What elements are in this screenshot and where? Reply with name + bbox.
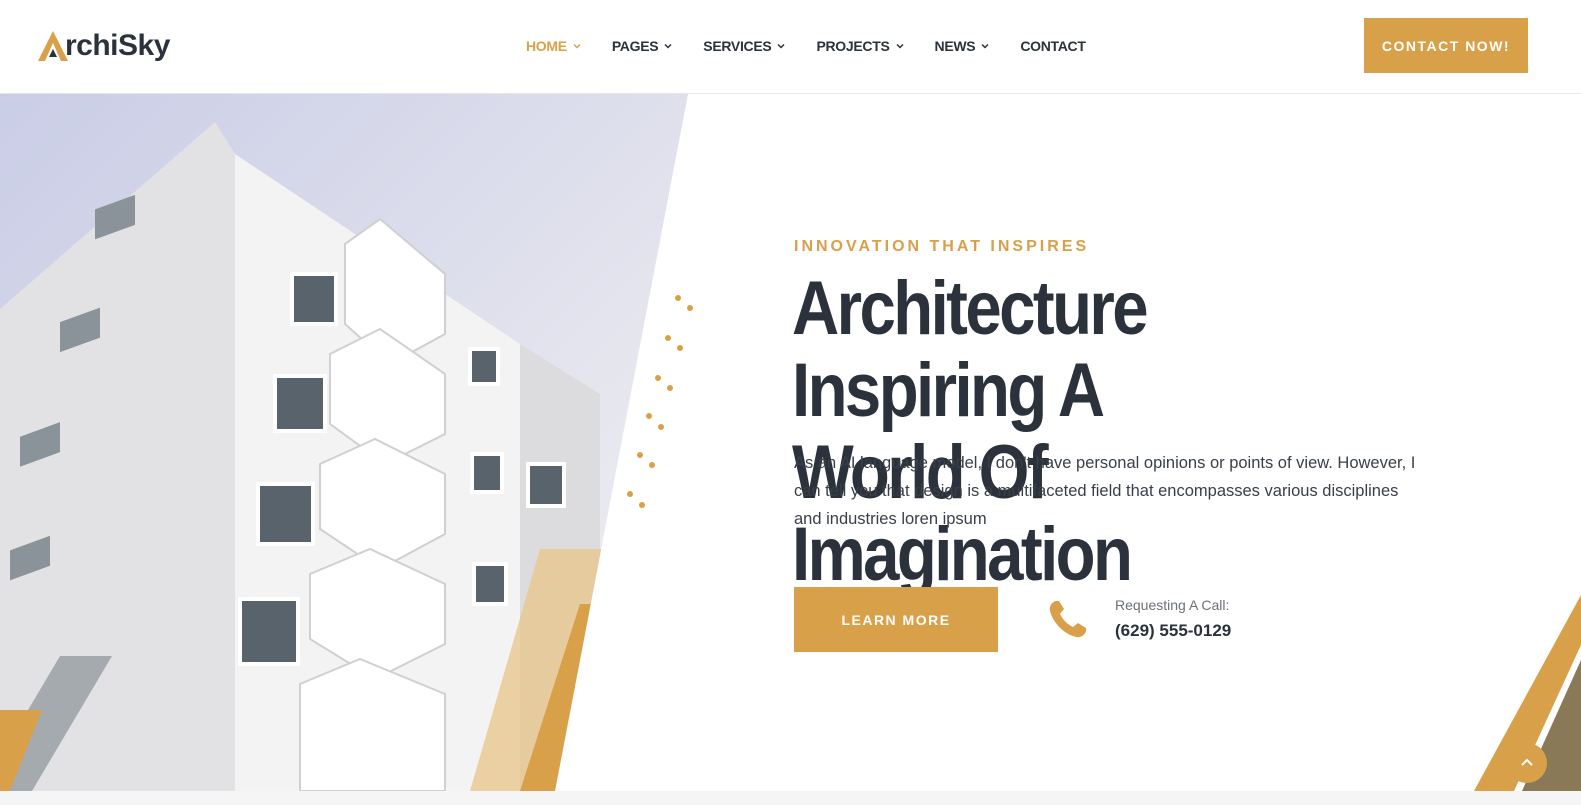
- learn-more-button[interactable]: LEARN MORE: [794, 587, 998, 652]
- hero-description: As an AI language model, I don't have pe…: [794, 454, 1416, 528]
- nav-item-contact[interactable]: CONTACT: [1020, 34, 1086, 58]
- nav-item-pages[interactable]: PAGES: [612, 34, 673, 58]
- page-bottom-strip: [0, 791, 1581, 805]
- nav-item-label: CONTACT: [1020, 38, 1086, 54]
- chevron-up-icon: [1521, 758, 1533, 766]
- phone-icon[interactable]: [1046, 597, 1090, 641]
- hero-building-image: [0, 94, 700, 791]
- nav-item-home[interactable]: HOME: [526, 34, 582, 58]
- logo[interactable]: rchiSky: [36, 24, 170, 68]
- logo-text: rchiSky: [65, 29, 170, 62]
- nav-item-label: PAGES: [611, 38, 659, 54]
- nav-item-projects[interactable]: PROJECTS: [816, 34, 904, 58]
- nav-item-label: NEWS: [934, 38, 976, 54]
- nav-item-label: SERVICES: [703, 38, 772, 54]
- nav-item-label: PROJECTS: [816, 38, 890, 54]
- chevron-down-icon: [777, 43, 785, 49]
- dotted-decoration: [627, 295, 693, 508]
- contact-now-button[interactable]: CONTACT NOW!: [1364, 18, 1528, 73]
- chevron-down-icon: [573, 43, 581, 49]
- nav-item-label: HOME: [526, 38, 567, 54]
- main-nav: HOME PAGES SERVICES PROJECTS NEWS CONTAC…: [526, 34, 1116, 58]
- site-header: rchiSky HOME PAGES SERVICES PROJECTS NEW…: [0, 0, 1581, 94]
- chevron-down-icon: [981, 43, 989, 49]
- chevron-down-icon: [895, 43, 904, 49]
- headline-line-1: Architecture Inspiring A: [792, 266, 1149, 433]
- chevron-down-icon: [664, 43, 672, 49]
- scroll-to-top-button[interactable]: [1507, 743, 1547, 783]
- hero-headline: Architecture Inspiring A World Of Imagin…: [792, 268, 1377, 596]
- call-label: Requesting A Call:: [1115, 597, 1230, 613]
- nav-item-services[interactable]: SERVICES: [703, 34, 786, 58]
- hero-eyebrow: INNOVATION THAT INSPIRES: [794, 238, 1090, 255]
- nav-item-news[interactable]: NEWS: [935, 34, 991, 58]
- call-number[interactable]: (629) 555-0129: [1115, 621, 1231, 641]
